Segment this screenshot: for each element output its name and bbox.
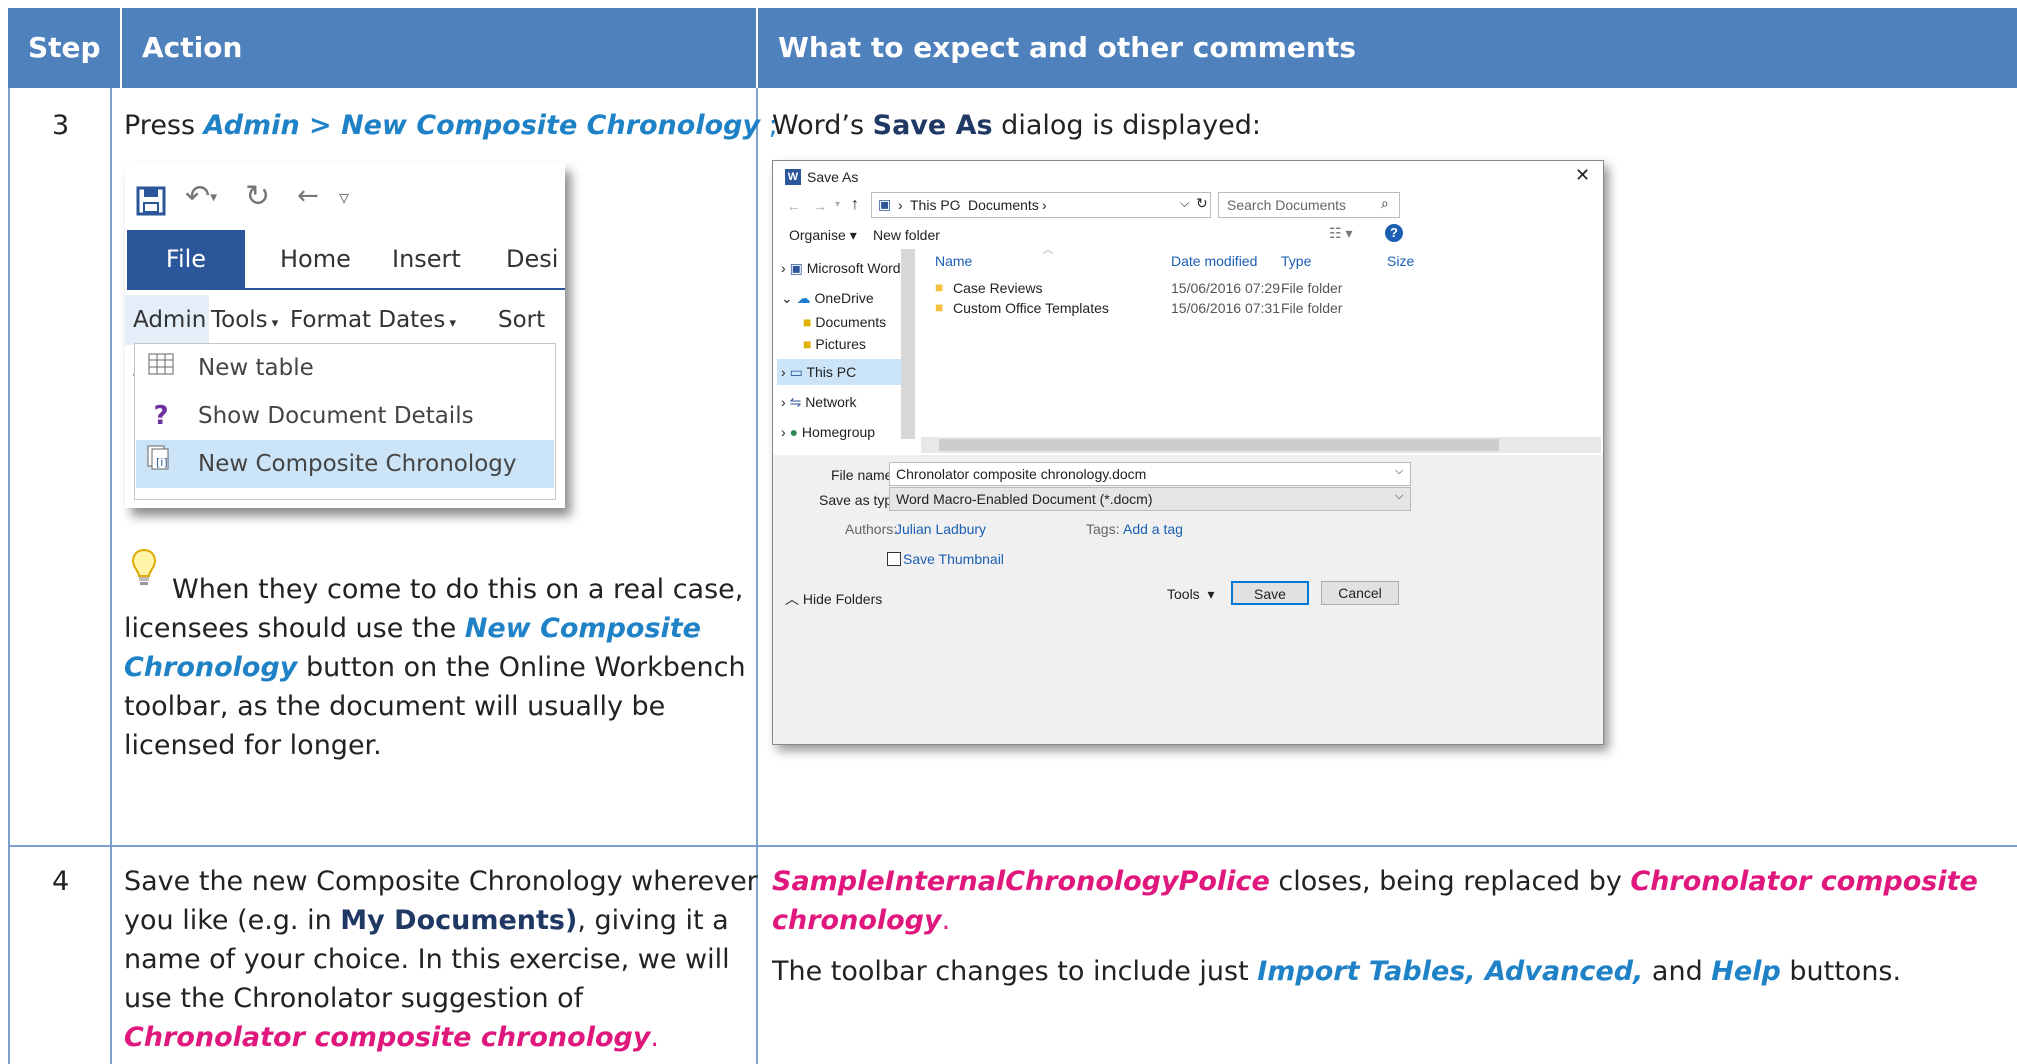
menu-admin[interactable]: Admin ▾ bbox=[125, 295, 209, 385]
tab-home[interactable]: Home bbox=[280, 230, 351, 288]
column-size[interactable]: Size bbox=[1387, 253, 1414, 269]
admin-menu-link[interactable]: Admin > New Composite Chronology bbox=[204, 110, 760, 141]
organise-button[interactable]: Organise ▾ bbox=[789, 227, 857, 244]
back-icon[interactable]: ← bbox=[787, 198, 801, 214]
column-date-modified[interactable]: Date modified bbox=[1171, 253, 1257, 269]
svg-text:[i]: [i] bbox=[156, 456, 168, 469]
row3-comment: Word’s Save As dialog is displayed: bbox=[772, 110, 1261, 141]
tab-file[interactable]: File bbox=[127, 230, 245, 288]
row3-action-instruction: Press Admin > New Composite Chronology ; bbox=[124, 110, 778, 141]
new-folder-button[interactable]: New folder bbox=[873, 227, 940, 243]
folder-icon: ■ bbox=[935, 299, 944, 315]
nav-this-pc[interactable]: › ▭ This PC bbox=[777, 359, 901, 385]
chevron-down-icon[interactable]: ⌵ bbox=[1395, 465, 1403, 478]
search-icon: ⌕ bbox=[1381, 195, 1389, 211]
step-number-4: 4 bbox=[52, 866, 70, 897]
menu-item-show-document-details[interactable]: ? Show Document Details bbox=[136, 392, 554, 440]
up-icon[interactable]: ↑ bbox=[851, 196, 859, 214]
menu-tools[interactable]: Tools ▾ bbox=[211, 295, 278, 345]
nav-microsoft-word[interactable]: › ▣ Microsoft Word bbox=[781, 255, 901, 281]
tab-design[interactable]: Desi bbox=[506, 230, 558, 288]
file-row[interactable]: ■ Case Reviews 15/06/2016 07:29 File fol… bbox=[935, 279, 1405, 299]
refresh-icon[interactable]: ↻ bbox=[1196, 195, 1208, 212]
close-icon[interactable]: ✕ bbox=[1575, 165, 1590, 186]
tip-text: When they come to do this on a real case… bbox=[124, 574, 746, 761]
back-arrow-icon[interactable]: ← bbox=[297, 181, 319, 237]
tags-input[interactable]: Add a tag bbox=[1123, 521, 1183, 537]
authors-value[interactable]: Julian Ladbury bbox=[895, 521, 986, 537]
table-divider-2 bbox=[756, 88, 758, 1064]
row-divider bbox=[8, 845, 2017, 847]
authors-label: Authors: bbox=[845, 521, 898, 537]
redo-icon[interactable]: ↻ bbox=[245, 179, 270, 235]
nav-homegroup[interactable]: › ● Homegroup bbox=[781, 419, 875, 445]
save-as-type-select[interactable]: Word Macro-Enabled Document (*.docm) ⌵ bbox=[889, 487, 1411, 511]
document-page: Step Action What to expect and other com… bbox=[0, 0, 2017, 1064]
menu-sort[interactable]: Sort T bbox=[498, 295, 565, 383]
file-name-input[interactable]: Chronolator composite chronology.docm ⌵ bbox=[889, 462, 1411, 486]
save-thumbnail-checkbox[interactable] bbox=[887, 552, 901, 566]
hide-folders-button[interactable]: ︿ Hide Folders bbox=[785, 589, 882, 609]
new-composite-link[interactable]: New Composite bbox=[465, 613, 701, 644]
file-row[interactable]: ■ Custom Office Templates 15/06/2016 07:… bbox=[935, 299, 1405, 319]
word-icon: W bbox=[785, 169, 801, 185]
dialog-title: Save As bbox=[807, 169, 859, 185]
step-number-3: 3 bbox=[52, 110, 70, 141]
nav-onedrive[interactable]: ⌄ ☁ OneDrive bbox=[781, 285, 874, 311]
row4-action: Save the new Composite Chronology wherev… bbox=[124, 866, 758, 1053]
save-icon[interactable] bbox=[135, 173, 167, 229]
save-button[interactable]: Save bbox=[1231, 581, 1309, 605]
chevron-down-icon[interactable]: ⌵ bbox=[1180, 196, 1189, 211]
row4-comment: SampleInternalChronologyPolice closes, b… bbox=[772, 866, 1978, 987]
table-border-left bbox=[8, 88, 10, 1064]
column-type[interactable]: Type bbox=[1281, 253, 1311, 269]
question-icon: ? bbox=[153, 401, 169, 431]
nav-pictures[interactable]: ■ Pictures bbox=[803, 331, 866, 357]
save-thumbnail-label: Save Thumbnail bbox=[903, 551, 1004, 567]
tab-insert[interactable]: Insert bbox=[392, 230, 461, 288]
recent-dropdown-icon[interactable]: ▾ bbox=[835, 199, 840, 210]
forward-icon[interactable]: → bbox=[813, 198, 827, 214]
undo-icon[interactable]: ↶▾ bbox=[185, 179, 217, 235]
composite-chronology-icon: [i] bbox=[146, 440, 176, 488]
search-input[interactable]: Search Documents ⌕ bbox=[1218, 192, 1400, 218]
sort-chevron-icon: ︿ bbox=[1043, 245, 1053, 256]
chevron-down-icon[interactable]: ⌵ bbox=[1395, 490, 1403, 503]
address-bar[interactable]: ▣ › This PC › Documents › ⌵ ↻ bbox=[871, 192, 1211, 218]
menu-item-new-composite-chronology[interactable]: [i] New Composite Chronology bbox=[136, 440, 554, 488]
column-name[interactable]: Name bbox=[935, 253, 972, 269]
admin-dropdown: New table ? Show Document Details [i] Ne… bbox=[134, 343, 556, 500]
table-divider-1 bbox=[110, 88, 112, 1064]
save-as-dialog: W Save As ✕ ← → ▾ ↑ ▣ › This PC › Docume… bbox=[772, 160, 1604, 745]
nav-network[interactable]: › ⇋ Network bbox=[781, 389, 857, 415]
word-ribbon-screenshot: ↶▾ ↻ ← ▿ File Home Insert Desi Admin ▾ T… bbox=[125, 163, 565, 508]
tags-label: Tags: bbox=[1086, 521, 1120, 537]
view-options-icon[interactable]: ☷ ▾ bbox=[1329, 225, 1352, 242]
header-step: Step bbox=[8, 8, 120, 88]
menu-item-new-table[interactable]: New table bbox=[136, 344, 554, 392]
file-name-label: File name: bbox=[831, 467, 897, 483]
nav-scrollbar[interactable] bbox=[901, 249, 915, 439]
tools-button[interactable]: Tools ▾ bbox=[1167, 586, 1215, 603]
help-icon[interactable]: ? bbox=[1385, 224, 1403, 242]
horizontal-scrollbar[interactable] bbox=[921, 437, 1601, 453]
menu-format-dates[interactable]: Format Dates ▾ bbox=[290, 295, 456, 345]
pc-icon: ▣ bbox=[878, 196, 892, 212]
table-icon bbox=[146, 344, 176, 392]
header-action: Action bbox=[122, 8, 756, 88]
header-comments: What to expect and other comments bbox=[758, 8, 2017, 88]
folder-icon: ■ bbox=[935, 279, 944, 295]
cancel-button[interactable]: Cancel bbox=[1321, 581, 1399, 605]
